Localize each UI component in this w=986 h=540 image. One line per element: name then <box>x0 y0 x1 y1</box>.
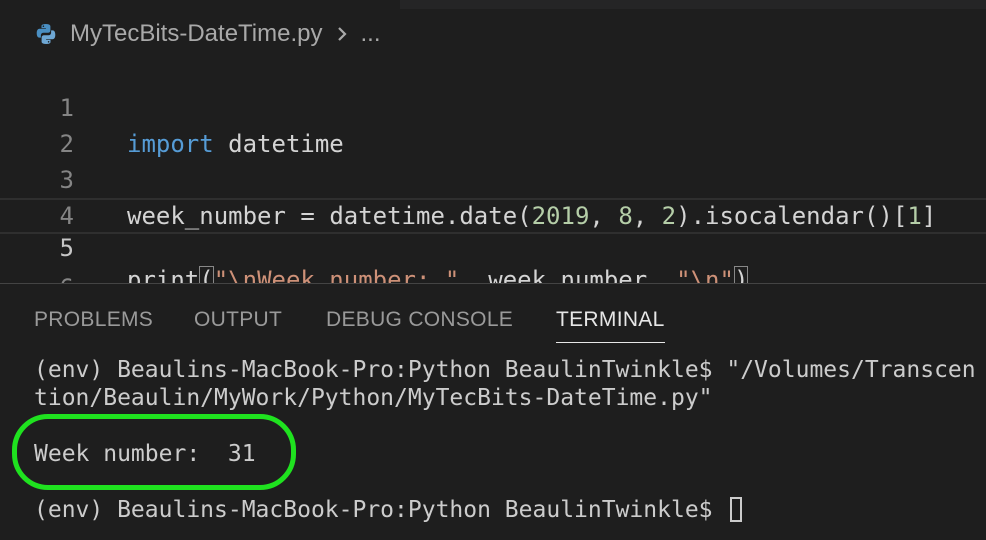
terminal-command-line-wrap: tion/Beaulin/MyWork/Python/MyTecBits-Dat… <box>34 385 713 411</box>
code-line[interactable]: 3 week_number = datetime.date(2019, 8, 2… <box>0 126 986 230</box>
breadcrumb-filename[interactable]: MyTecBits-DateTime.py <box>70 20 323 48</box>
terminal-prompt[interactable]: (env) Beaulins-MacBook-Pro:Python Beauli… <box>34 496 743 524</box>
tab-terminal[interactable]: TERMINAL <box>556 308 665 343</box>
code-line[interactable]: 1 import datetime <box>0 54 986 158</box>
vscode-window: MyTecBits-DateTime.py ... 1 import datet… <box>0 0 986 540</box>
breadcrumb[interactable]: MyTecBits-DateTime.py ... <box>34 18 381 50</box>
breadcrumb-more[interactable]: ... <box>361 20 381 48</box>
current-code-line[interactable]: 5 print("\nWeek number: ", week_number, … <box>0 198 986 283</box>
tab-output[interactable]: OUTPUT <box>194 308 282 332</box>
panel-tabs: PROBLEMS OUTPUT DEBUG CONSOLE TERMINAL <box>0 284 986 344</box>
terminal-command-line: (env) Beaulins-MacBook-Pro:Python Beauli… <box>34 357 976 383</box>
prompt-text: (env) Beaulins-MacBook-Pro:Python Beauli… <box>34 497 713 523</box>
tab-problems[interactable]: PROBLEMS <box>34 308 153 332</box>
python-file-icon <box>34 22 58 46</box>
tab-debug-console[interactable]: DEBUG CONSOLE <box>326 308 513 332</box>
code-line[interactable]: 2 <box>0 90 986 158</box>
editor-tab-strip <box>400 0 986 9</box>
chevron-right-icon <box>335 25 349 43</box>
code-line[interactable]: 6 <box>0 234 986 283</box>
terminal-output: Week number: 31 <box>34 441 256 467</box>
terminal-cursor <box>730 497 743 522</box>
code-line[interactable]: 4 <box>0 162 986 230</box>
bottom-panel: PROBLEMS OUTPUT DEBUG CONSOLE TERMINAL (… <box>0 283 986 540</box>
code-editor[interactable]: MyTecBits-DateTime.py ... 1 import datet… <box>0 0 986 283</box>
code-line[interactable]: 7 <box>0 268 986 283</box>
